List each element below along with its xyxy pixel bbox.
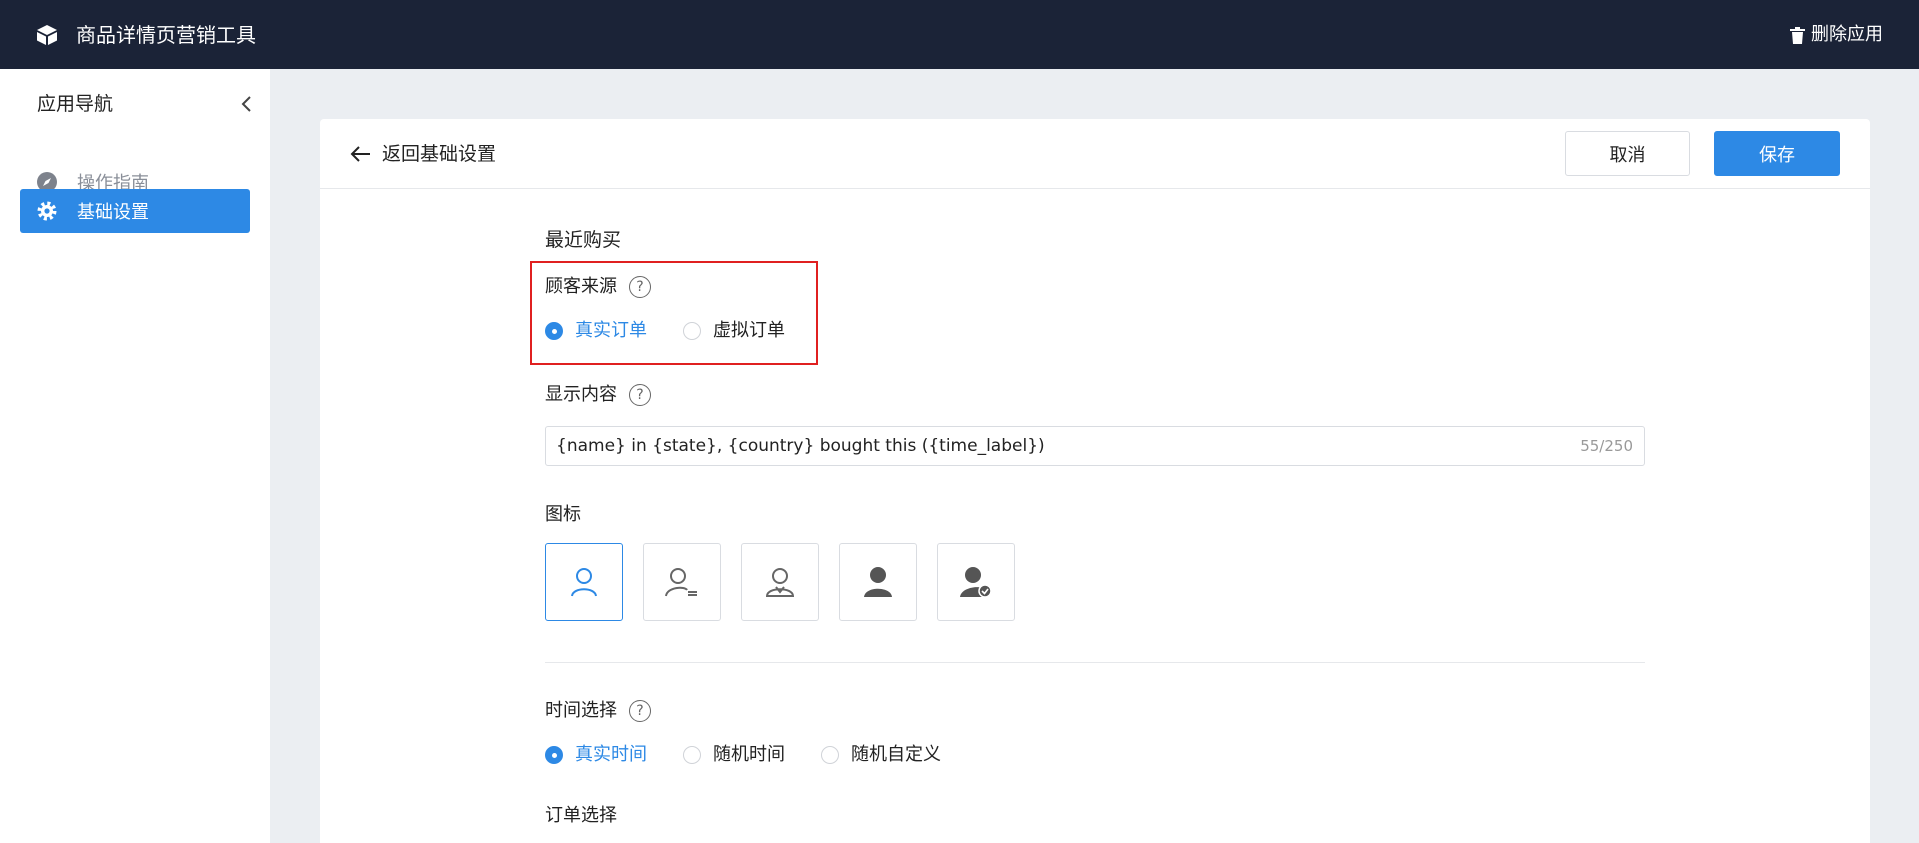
user-outline-icon — [571, 568, 597, 597]
char-counter: 55/250 — [1580, 437, 1633, 455]
time-select-radios: 真实时间 随机时间 随机自定义 — [545, 743, 977, 767]
sidebar: 应用导航 操作指南 基础设置 — [0, 69, 270, 843]
trash-icon — [1790, 26, 1805, 44]
card-header: 返回基础设置 取消 保存 — [320, 119, 1870, 189]
help-icon[interactable]: ? — [629, 384, 651, 406]
field-label: 顾客来源 — [545, 276, 617, 297]
icon-label: 图标 — [545, 503, 581, 527]
radio-random-time[interactable]: 随机时间 — [683, 743, 785, 767]
section-divider — [545, 662, 1645, 663]
help-icon[interactable]: ? — [629, 700, 651, 722]
icon-option-user-tie[interactable] — [741, 543, 819, 621]
settings-card: 返回基础设置 取消 保存 最近购买 顾客来源 ? 真实订单 虚拟订单 显示内容 … — [320, 119, 1870, 843]
radio-dot — [683, 746, 701, 764]
icon-option-user-solid[interactable] — [839, 543, 917, 621]
gear-icon — [36, 200, 58, 222]
input-value: {name} in {state}, {country} bought this… — [556, 436, 1045, 456]
back-label: 返回基础设置 — [382, 143, 497, 165]
radio-dot — [545, 322, 563, 340]
back-button[interactable]: 返回基础设置 — [350, 141, 496, 167]
radio-real-order[interactable]: 真实订单 — [545, 319, 647, 343]
delete-app-label: 删除应用 — [1811, 24, 1883, 45]
display-content-input[interactable]: {name} in {state}, {country} bought this… — [545, 426, 1645, 466]
radio-label: 真实时间 — [575, 744, 647, 765]
save-button[interactable]: 保存 — [1714, 131, 1840, 176]
order-select-label: 订单选择 — [545, 804, 617, 828]
radio-dot — [683, 322, 701, 340]
radio-label: 随机自定义 — [851, 744, 941, 765]
icon-option-user-outline[interactable] — [545, 543, 623, 621]
user-check-icon — [960, 567, 992, 598]
delete-app-button[interactable]: 删除应用 — [1790, 23, 1883, 47]
section-title: 最近购买 — [545, 229, 622, 251]
arrow-left-icon — [350, 146, 370, 162]
icon-option-user-list[interactable] — [643, 543, 721, 621]
radio-real-time[interactable]: 真实时间 — [545, 743, 647, 767]
sidebar-title: 应用导航 — [37, 93, 114, 115]
field-label: 时间选择 — [545, 700, 617, 721]
radio-label: 随机时间 — [713, 744, 785, 765]
top-bar: 商品详情页营销工具 删除应用 — [0, 0, 1919, 69]
icon-option-user-check[interactable] — [937, 543, 1015, 621]
radio-label: 虚拟订单 — [713, 320, 785, 341]
radio-random-custom[interactable]: 随机自定义 — [821, 743, 941, 767]
radio-label: 真实订单 — [575, 320, 647, 341]
display-content-label: 显示内容 ? — [545, 383, 651, 407]
field-label: 图标 — [545, 504, 581, 525]
customer-source-label: 顾客来源 ? — [545, 275, 651, 299]
cancel-button[interactable]: 取消 — [1565, 131, 1690, 176]
user-tie-icon — [765, 568, 795, 597]
box-icon — [37, 25, 57, 45]
icon-options — [545, 543, 1015, 621]
radio-dot — [545, 746, 563, 764]
sidebar-item-settings[interactable]: 基础设置 — [20, 189, 250, 233]
sidebar-item-label: 基础设置 — [77, 202, 149, 223]
field-label: 显示内容 — [545, 384, 617, 405]
time-select-label: 时间选择 ? — [545, 699, 651, 723]
help-icon[interactable]: ? — [629, 276, 651, 298]
user-list-icon — [665, 568, 697, 597]
chevron-left-icon[interactable] — [238, 93, 256, 115]
app-title: 商品详情页营销工具 — [76, 23, 256, 47]
field-label: 订单选择 — [545, 805, 617, 826]
radio-dot — [821, 746, 839, 764]
user-solid-icon — [864, 567, 892, 597]
customer-source-radios: 真实订单 虚拟订单 — [545, 319, 821, 343]
radio-virtual-order[interactable]: 虚拟订单 — [683, 319, 785, 343]
